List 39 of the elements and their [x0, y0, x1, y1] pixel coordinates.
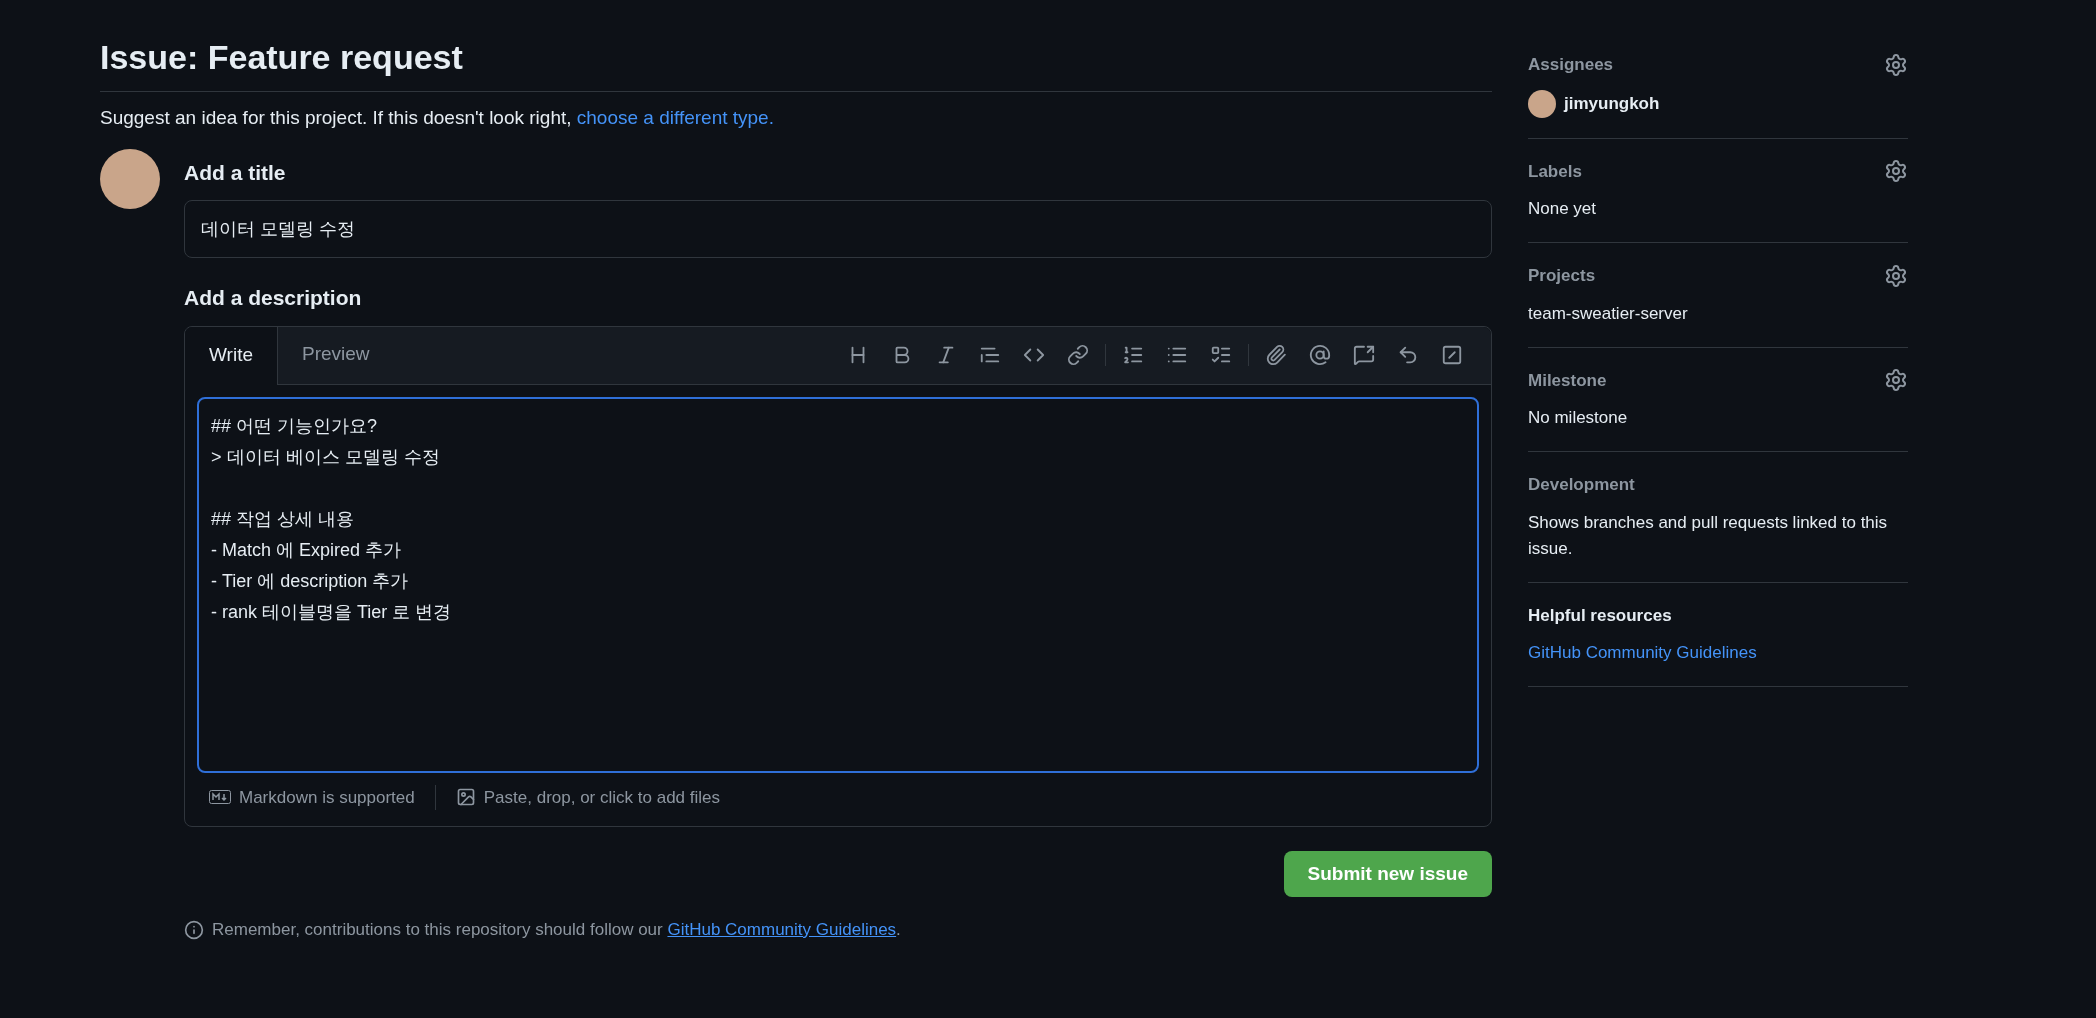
assignee-name[interactable]: jimyungkoh [1564, 90, 1660, 117]
title-label: Add a title [184, 159, 287, 186]
markdown-icon [209, 790, 231, 805]
editor-tab[interactable]: Preview [278, 325, 394, 384]
at-sign-icon[interactable] [1309, 344, 1331, 366]
settings-icon[interactable] [1884, 263, 1908, 288]
title-field[interactable]: 데이터 모델링 수정 [184, 200, 1492, 258]
markdown-note[interactable]: Markdown is supported [239, 784, 415, 810]
paperclip-icon[interactable] [1265, 344, 1287, 366]
numbered-list-icon[interactable] [1122, 344, 1144, 366]
sidebar-value: No milestone [1528, 407, 1628, 429]
sidebar-heading: Projects [1528, 265, 1596, 287]
settings-icon[interactable] [1884, 368, 1908, 393]
guidelines-link[interactable]: GitHub Community Guidelines [667, 920, 897, 939]
description-field[interactable]: ## 어떤 기능인가요? > 데이터 베이스 모델링 수정 ## 작업 상세 내용 - Match 에 Expired 추가 - Tier 에 description 추가 - rank 테이블명을 Tier 로 변경 [197, 396, 1479, 773]
settings-icon[interactable] [1884, 52, 1908, 77]
sidebar-heading: Labels [1528, 160, 1582, 183]
avatar [1528, 89, 1556, 118]
slash-icon[interactable] [1441, 344, 1463, 366]
undo-icon[interactable] [1397, 344, 1419, 366]
sidebar-heading: Milestone [1528, 369, 1607, 392]
guidelines-link[interactable]: GitHub Community Guidelines [1528, 640, 1757, 666]
description-label: Add a description [184, 285, 363, 311]
choose-type-link[interactable]: choose a different type. [576, 107, 774, 128]
sidebar-heading: Assignees [1528, 54, 1614, 76]
sidebar-value: Shows branches and pull requests linked to this issue. [1528, 511, 1889, 560]
sidebar-heading: Helpful resources [1528, 604, 1672, 627]
sidebar-value: team-sweatier-server [1528, 302, 1688, 325]
link-icon[interactable] [1067, 344, 1089, 366]
sidebar-heading: Development [1528, 474, 1635, 496]
sidebar-value: None yet [1528, 198, 1597, 220]
image-icon [455, 787, 476, 808]
template-description: Suggest an idea for this project. If this doesn't look right, choose a different type. [100, 106, 775, 130]
editor-tab[interactable]: Write [185, 326, 278, 385]
contribution-note: Remember, contributions to this repository should follow our GitHub Community Guidelines. [212, 919, 901, 941]
settings-icon[interactable] [1884, 159, 1908, 184]
issue-title: Issue: Feature request [100, 32, 1492, 92]
attach-files-note[interactable]: Paste, drop, or click to add files [483, 784, 720, 810]
info-icon [184, 919, 204, 940]
